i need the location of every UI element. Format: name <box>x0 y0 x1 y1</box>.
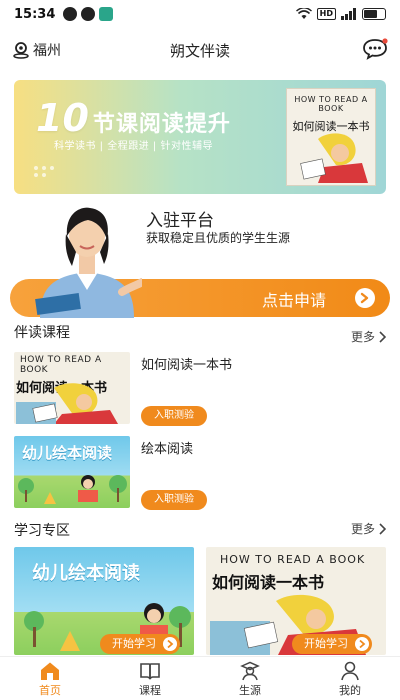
study-more-link[interactable]: 更多 <box>351 520 386 537</box>
hd-badge: HD <box>316 8 336 20</box>
battery-icon <box>362 8 386 20</box>
course-cover-illustration <box>16 383 118 424</box>
app-title: 朔文伴读 <box>169 42 230 60</box>
entry-test-button[interactable]: 入职测验 <box>141 490 207 510</box>
courses-more-label: 更多 <box>350 330 375 344</box>
start-study-button[interactable]: 开始学习 <box>100 634 180 654</box>
qq-icon <box>63 7 78 21</box>
chat-bubble-icon[interactable] <box>362 38 388 60</box>
book-open-icon <box>140 663 160 680</box>
tab-home[interactable]: 首页 <box>0 657 100 700</box>
tab-courses[interactable]: 课程 <box>100 657 200 700</box>
banner-number: 10 <box>36 96 89 140</box>
banner-book-top-title: HOW TO READ A BOOK <box>294 95 368 113</box>
tab-students[interactable]: 生源 <box>200 657 300 700</box>
bottom-tab-bar: 首页 课程 生源 我的 <box>0 656 400 700</box>
play-arrow-icon <box>355 637 369 651</box>
study-card-cn-title: 幼儿绘本阅读 <box>32 563 140 584</box>
status-time: 15:34 <box>14 6 56 22</box>
teacher-illustration <box>35 207 142 318</box>
recruit-subtitle: 获取稳定且优质的学生生源 <box>146 231 291 245</box>
home-icon <box>41 662 59 680</box>
play-arrow-icon <box>163 637 177 651</box>
courses-more-link[interactable]: 更多 <box>351 328 386 345</box>
signal-icon <box>341 8 356 20</box>
status-right: HD <box>295 8 386 20</box>
banner-dots-decoration <box>34 166 54 177</box>
wifi-icon <box>295 8 312 19</box>
apply-button-label[interactable]: 点击申请 <box>262 287 326 311</box>
start-study-button[interactable]: 开始学习 <box>292 634 372 654</box>
study-more-label: 更多 <box>350 522 375 536</box>
chevron-right-icon <box>379 522 386 535</box>
tab-home-label: 首页 <box>39 684 61 697</box>
recruit-title: 入驻平台 <box>146 211 214 231</box>
course-name[interactable]: 如何阅读一本书 <box>141 354 232 373</box>
promo-banner[interactable]: 10 节课阅读提升 科学读书 | 全程跟进 | 针对性辅导 HOW TO REA… <box>14 80 386 194</box>
course-name[interactable]: 绘本阅读 <box>141 438 193 457</box>
status-bar: 15:34 HD <box>0 0 400 28</box>
top-header: 福州 朔文伴读 <box>0 32 400 68</box>
study-card-top-title: HOW TO READ A BOOK <box>220 553 366 566</box>
apply-arrow-icon[interactable] <box>355 288 375 308</box>
banner-book-cover: HOW TO READ A BOOK 如何阅读一本书 <box>286 88 376 186</box>
entry-test-button[interactable]: 入职测验 <box>141 406 207 426</box>
chevron-right-icon <box>379 330 386 343</box>
study-card-cn-title: 如何阅读一本书 <box>212 573 325 592</box>
course-cover-cn-title: 幼儿绘本阅读 <box>22 444 113 462</box>
app-notification-icon <box>99 7 114 21</box>
banner-title: 节课阅读提升 <box>92 112 231 137</box>
course-cover-top-title: HOW TO READ A BOOK <box>20 355 102 375</box>
courses-section-title: 伴读课程 <box>14 325 70 341</box>
tab-courses-label: 课程 <box>139 684 161 697</box>
user-icon <box>341 661 359 681</box>
tab-profile-label: 我的 <box>339 684 361 697</box>
course-cover-illustration <box>18 475 127 504</box>
app-screen: 15:34 HD 福州 朔文伴读 10 节课阅读提升 科学读书 | 全程跟进 |… <box>0 0 400 700</box>
course-thumbnail[interactable]: 幼儿绘本阅读 <box>14 436 130 508</box>
start-study-label: 开始学习 <box>112 637 156 650</box>
banner-subtitle: 科学读书 | 全程跟进 | 针对性辅导 <box>54 141 213 152</box>
book-illustration <box>300 133 368 183</box>
tab-students-label: 生源 <box>239 684 261 697</box>
message-app-icon <box>81 7 96 21</box>
course-thumbnail[interactable]: HOW TO READ A BOOK 如何阅读一本书 <box>14 352 130 424</box>
banner-headline: 10 节课阅读提升 <box>36 96 231 140</box>
study-section-title: 学习专区 <box>14 523 70 539</box>
student-icon <box>240 661 260 681</box>
start-study-label: 开始学习 <box>304 637 348 650</box>
tab-profile[interactable]: 我的 <box>300 657 400 700</box>
